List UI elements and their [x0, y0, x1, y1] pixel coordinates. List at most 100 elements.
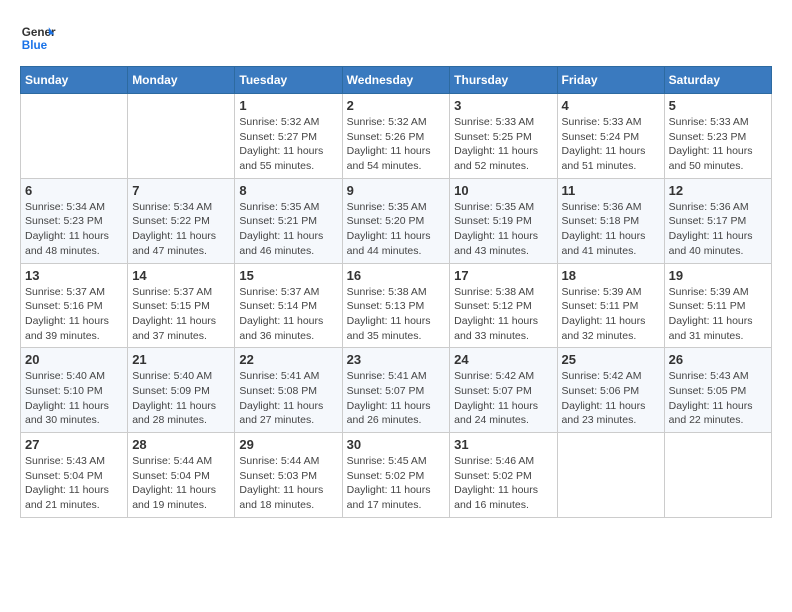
header-saturday: Saturday	[664, 67, 771, 94]
day-detail: Sunrise: 5:43 AMSunset: 5:04 PMDaylight:…	[25, 454, 123, 513]
day-detail: Sunrise: 5:35 AMSunset: 5:20 PMDaylight:…	[347, 200, 446, 259]
calendar-cell: 6 Sunrise: 5:34 AMSunset: 5:23 PMDaylight…	[21, 178, 128, 263]
day-number: 16	[347, 268, 446, 283]
day-detail: Sunrise: 5:33 AMSunset: 5:23 PMDaylight:…	[669, 115, 767, 174]
logo: General Blue	[20, 20, 56, 56]
calendar-cell	[21, 94, 128, 179]
day-detail: Sunrise: 5:46 AMSunset: 5:02 PMDaylight:…	[454, 454, 552, 513]
day-number: 13	[25, 268, 123, 283]
day-detail: Sunrise: 5:34 AMSunset: 5:22 PMDaylight:…	[132, 200, 230, 259]
day-number: 18	[562, 268, 660, 283]
calendar-week-1: 1 Sunrise: 5:32 AMSunset: 5:27 PMDaylight…	[21, 94, 772, 179]
calendar-cell: 12Sunrise: 5:36 AMSunset: 5:17 PMDayligh…	[664, 178, 771, 263]
day-detail: Sunrise: 5:39 AMSunset: 5:11 PMDaylight:…	[669, 285, 767, 344]
day-detail: Sunrise: 5:42 AMSunset: 5:07 PMDaylight:…	[454, 369, 552, 428]
day-number: 8	[239, 183, 337, 198]
calendar-cell: 26 Sunrise: 5:43 AMSunset: 5:05 PMDayligh…	[664, 348, 771, 433]
day-number: 9	[347, 183, 446, 198]
day-number: 10	[454, 183, 552, 198]
day-detail: Sunrise: 5:37 AMSunset: 5:16 PMDaylight:…	[25, 285, 123, 344]
calendar-cell: 2Sunrise: 5:32 AMSunset: 5:26 PMDaylight…	[342, 94, 450, 179]
day-detail: Sunrise: 5:40 AMSunset: 5:10 PMDaylight:…	[25, 369, 123, 428]
calendar-header-row: SundayMondayTuesdayWednesdayThursdayFrid…	[21, 67, 772, 94]
day-detail: Sunrise: 5:34 AMSunset: 5:23 PMDaylight:…	[25, 200, 123, 259]
day-number: 15	[239, 268, 337, 283]
day-detail: Sunrise: 5:32 AMSunset: 5:27 PMDaylight:…	[239, 115, 337, 174]
calendar-cell: 27 Sunrise: 5:43 AMSunset: 5:04 PMDayligh…	[21, 433, 128, 518]
calendar-cell: 20 Sunrise: 5:40 AMSunset: 5:10 PMDayligh…	[21, 348, 128, 433]
calendar-cell: 16 Sunrise: 5:38 AMSunset: 5:13 PMDayligh…	[342, 263, 450, 348]
calendar-cell: 9 Sunrise: 5:35 AMSunset: 5:20 PMDaylight…	[342, 178, 450, 263]
calendar-week-2: 6 Sunrise: 5:34 AMSunset: 5:23 PMDaylight…	[21, 178, 772, 263]
day-number: 22	[239, 352, 337, 367]
day-detail: Sunrise: 5:38 AMSunset: 5:13 PMDaylight:…	[347, 285, 446, 344]
day-detail: Sunrise: 5:42 AMSunset: 5:06 PMDaylight:…	[562, 369, 660, 428]
day-number: 26	[669, 352, 767, 367]
calendar-cell: 31 Sunrise: 5:46 AMSunset: 5:02 PMDayligh…	[450, 433, 557, 518]
day-number: 20	[25, 352, 123, 367]
calendar-week-3: 13 Sunrise: 5:37 AMSunset: 5:16 PMDayligh…	[21, 263, 772, 348]
day-number: 3	[454, 98, 552, 113]
calendar-week-5: 27 Sunrise: 5:43 AMSunset: 5:04 PMDayligh…	[21, 433, 772, 518]
day-detail: Sunrise: 5:36 AMSunset: 5:18 PMDaylight:…	[562, 200, 660, 259]
calendar-cell: 5 Sunrise: 5:33 AMSunset: 5:23 PMDaylight…	[664, 94, 771, 179]
calendar-cell	[557, 433, 664, 518]
day-number: 28	[132, 437, 230, 452]
day-number: 29	[239, 437, 337, 452]
day-number: 12	[669, 183, 767, 198]
day-number: 11	[562, 183, 660, 198]
day-number: 5	[669, 98, 767, 113]
calendar-cell	[664, 433, 771, 518]
calendar-table: SundayMondayTuesdayWednesdayThursdayFrid…	[20, 66, 772, 518]
calendar-cell	[128, 94, 235, 179]
header-friday: Friday	[557, 67, 664, 94]
calendar-cell: 25 Sunrise: 5:42 AMSunset: 5:06 PMDayligh…	[557, 348, 664, 433]
day-number: 30	[347, 437, 446, 452]
header-thursday: Thursday	[450, 67, 557, 94]
calendar-cell: 13 Sunrise: 5:37 AMSunset: 5:16 PMDayligh…	[21, 263, 128, 348]
day-detail: Sunrise: 5:39 AMSunset: 5:11 PMDaylight:…	[562, 285, 660, 344]
header-monday: Monday	[128, 67, 235, 94]
day-detail: Sunrise: 5:41 AMSunset: 5:08 PMDaylight:…	[239, 369, 337, 428]
calendar-cell: 10 Sunrise: 5:35 AMSunset: 5:19 PMDayligh…	[450, 178, 557, 263]
day-number: 17	[454, 268, 552, 283]
day-number: 6	[25, 183, 123, 198]
day-detail: Sunrise: 5:41 AMSunset: 5:07 PMDaylight:…	[347, 369, 446, 428]
page-header: General Blue	[20, 20, 772, 56]
svg-text:Blue: Blue	[22, 39, 48, 52]
header-wednesday: Wednesday	[342, 67, 450, 94]
day-number: 25	[562, 352, 660, 367]
day-number: 7	[132, 183, 230, 198]
calendar-cell: 23 Sunrise: 5:41 AMSunset: 5:07 PMDayligh…	[342, 348, 450, 433]
calendar-cell: 30 Sunrise: 5:45 AMSunset: 5:02 PMDayligh…	[342, 433, 450, 518]
day-detail: Sunrise: 5:35 AMSunset: 5:21 PMDaylight:…	[239, 200, 337, 259]
calendar-cell: 17Sunrise: 5:38 AMSunset: 5:12 PMDayligh…	[450, 263, 557, 348]
calendar-cell: 18 Sunrise: 5:39 AMSunset: 5:11 PMDayligh…	[557, 263, 664, 348]
day-detail: Sunrise: 5:44 AMSunset: 5:03 PMDaylight:…	[239, 454, 337, 513]
calendar-cell: 21Sunrise: 5:40 AMSunset: 5:09 PMDayligh…	[128, 348, 235, 433]
calendar-cell: 8 Sunrise: 5:35 AMSunset: 5:21 PMDaylight…	[235, 178, 342, 263]
day-number: 24	[454, 352, 552, 367]
header-sunday: Sunday	[21, 67, 128, 94]
day-number: 27	[25, 437, 123, 452]
day-detail: Sunrise: 5:33 AMSunset: 5:25 PMDaylight:…	[454, 115, 552, 174]
day-detail: Sunrise: 5:32 AMSunset: 5:26 PMDaylight:…	[347, 115, 446, 174]
day-number: 14	[132, 268, 230, 283]
calendar-cell: 24 Sunrise: 5:42 AMSunset: 5:07 PMDayligh…	[450, 348, 557, 433]
day-number: 19	[669, 268, 767, 283]
calendar-cell: 19 Sunrise: 5:39 AMSunset: 5:11 PMDayligh…	[664, 263, 771, 348]
day-detail: Sunrise: 5:44 AMSunset: 5:04 PMDaylight:…	[132, 454, 230, 513]
calendar-cell: 4 Sunrise: 5:33 AMSunset: 5:24 PMDaylight…	[557, 94, 664, 179]
day-detail: Sunrise: 5:33 AMSunset: 5:24 PMDaylight:…	[562, 115, 660, 174]
day-detail: Sunrise: 5:43 AMSunset: 5:05 PMDaylight:…	[669, 369, 767, 428]
calendar-week-4: 20 Sunrise: 5:40 AMSunset: 5:10 PMDayligh…	[21, 348, 772, 433]
day-detail: Sunrise: 5:35 AMSunset: 5:19 PMDaylight:…	[454, 200, 552, 259]
day-number: 23	[347, 352, 446, 367]
day-number: 31	[454, 437, 552, 452]
day-number: 4	[562, 98, 660, 113]
header-tuesday: Tuesday	[235, 67, 342, 94]
logo-icon: General Blue	[20, 20, 56, 56]
calendar-cell: 22 Sunrise: 5:41 AMSunset: 5:08 PMDayligh…	[235, 348, 342, 433]
day-number: 1	[239, 98, 337, 113]
day-detail: Sunrise: 5:45 AMSunset: 5:02 PMDaylight:…	[347, 454, 446, 513]
